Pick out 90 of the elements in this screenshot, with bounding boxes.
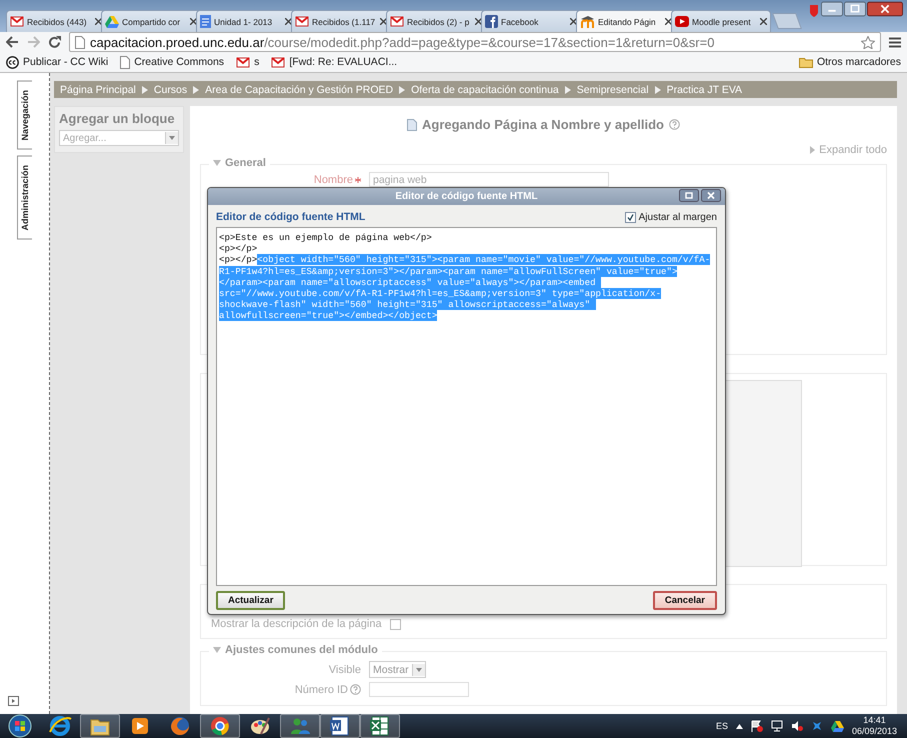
bookmark[interactable]: Creative Commons [120,56,224,68]
close-icon[interactable] [475,18,482,25]
bookmark[interactable]: s [236,56,260,68]
side-tab[interactable]: Administración [17,156,32,240]
bookmark-label: Publicar - CC Wiki [23,56,108,68]
close-icon[interactable] [285,18,292,25]
separator-icon [654,86,661,94]
close-icon[interactable] [380,18,387,25]
folder-icon [798,56,813,68]
page-icon [120,56,130,68]
envelope-icon [236,56,250,68]
checkbox[interactable] [390,618,401,630]
ring-icon[interactable] [49,716,72,736]
browser-tab[interactable]: Moodle present [671,10,771,32]
close-icon[interactable] [570,18,577,25]
close-icon[interactable] [701,189,721,202]
caret-icon [169,136,175,140]
field-label: Visible [328,664,361,676]
page-heading: Agregando Página a Nombre y apellido [422,117,664,132]
caret-icon [810,146,816,154]
dock-icon[interactable] [8,696,19,706]
document-icon [200,15,211,28]
palette-icon[interactable] [251,718,270,734]
menu-icon[interactable] [889,36,901,48]
close-icon[interactable] [760,18,767,25]
flag-icon[interactable] [750,720,763,732]
play-icon [675,16,689,27]
clock-time: 14:41 [863,715,886,726]
block-title: Agregar un bloque [59,111,176,126]
facebook-icon [485,15,498,28]
people-icon[interactable] [291,718,310,734]
code-field[interactable]: <p>Este es un ejemplo de página web</p> <p></p> <p></p><object width="560" height="315"><param name="movie" value="//www.youtube.com/v/fA-R1-PF1w4?hl=es_ES&amp;version=3"></param><param name="allowFullScreen" value="true"></param><param name="allowscriptaccess" value="always"></param><embed src="//www.youtube.com/v/fA-R1-PF1w4?hl=es_ES&amp;version=3" type="application/x-shockwave-flash" width="560" height="315" allowscriptaccess="always" allowfullscreen="true"></embed></object> [216,227,717,586]
up-arrow-icon[interactable] [736,724,743,728]
maximize-icon[interactable] [679,189,699,202]
dialog-title: Editor de código fuente HTML [395,191,538,202]
document-icon[interactable] [330,716,348,736]
editor-heading: Editor de código fuente HTML [216,211,366,223]
speaker-icon[interactable] [790,720,803,732]
field-label: Nombre [211,174,361,186]
star-icon[interactable] [861,36,875,48]
language-indicator[interactable]: ES [716,721,728,731]
bookmark-label: Creative Commons [134,56,224,68]
bookmark-folder[interactable]: Otros marcadores [798,56,901,68]
globe-icon[interactable] [171,717,189,735]
check-icon [626,214,634,220]
url-text: capacitacion.proed.unc.edu.ar/course/modedit.php?add=page&type=&course=17&section=1&return=0&sr=0 [90,34,714,50]
puzzle-icon[interactable] [810,720,823,732]
bookmark-label: s [254,56,260,68]
close-icon[interactable] [95,18,102,25]
update-button[interactable]: Actualizar [216,591,286,610]
cancel-button[interactable]: Cancelar [652,591,717,610]
cc-icon [6,56,19,68]
start-orb-icon[interactable] [8,714,32,738]
triangle-icon[interactable] [830,720,844,732]
envelope-icon [10,16,24,27]
monitor-icon[interactable] [770,720,783,732]
id-field[interactable] [369,682,469,697]
checkbox-label: Ajustar al margen [638,212,717,222]
cap-icon [580,15,595,28]
separator-icon [399,86,406,94]
triangle-icon [105,16,119,28]
address-bar[interactable]: capacitacion.proed.unc.edu.ar/course/modedit.php?add=page&type=&course=17&section=1&return=0&sr=0 [69,32,881,52]
clock-date: 06/09/2013 [852,726,897,737]
separator-icon [193,86,200,94]
close-icon[interactable] [190,18,197,25]
bookmark-label: Otros marcadores [816,56,901,68]
reload-icon[interactable] [48,36,61,48]
back-icon[interactable] [6,36,19,48]
close-icon[interactable] [867,1,903,17]
minimize-icon[interactable] [821,1,843,17]
spreadsheet-icon[interactable] [370,716,388,736]
checkbox[interactable] [624,212,636,222]
envelope-icon [295,16,309,27]
side-tab[interactable]: Navegación [17,81,32,150]
separator-icon [142,86,148,94]
maximize-icon[interactable] [844,1,866,17]
folder-icon[interactable] [90,720,110,736]
caret-icon [416,668,422,672]
field-label: Número ID [294,684,348,696]
envelope-icon [390,16,404,27]
envelope-icon [271,56,286,68]
separator-icon [564,86,571,94]
play-icon[interactable] [132,718,148,734]
page-icon [75,36,85,48]
required-icon [355,176,361,182]
close-icon[interactable] [665,18,672,25]
circle-icon[interactable] [211,717,229,736]
field-label: Mostrar la descripción de la página [211,618,382,630]
page-icon [407,118,417,130]
bookmark[interactable]: Publicar - CC Wiki [6,56,108,68]
